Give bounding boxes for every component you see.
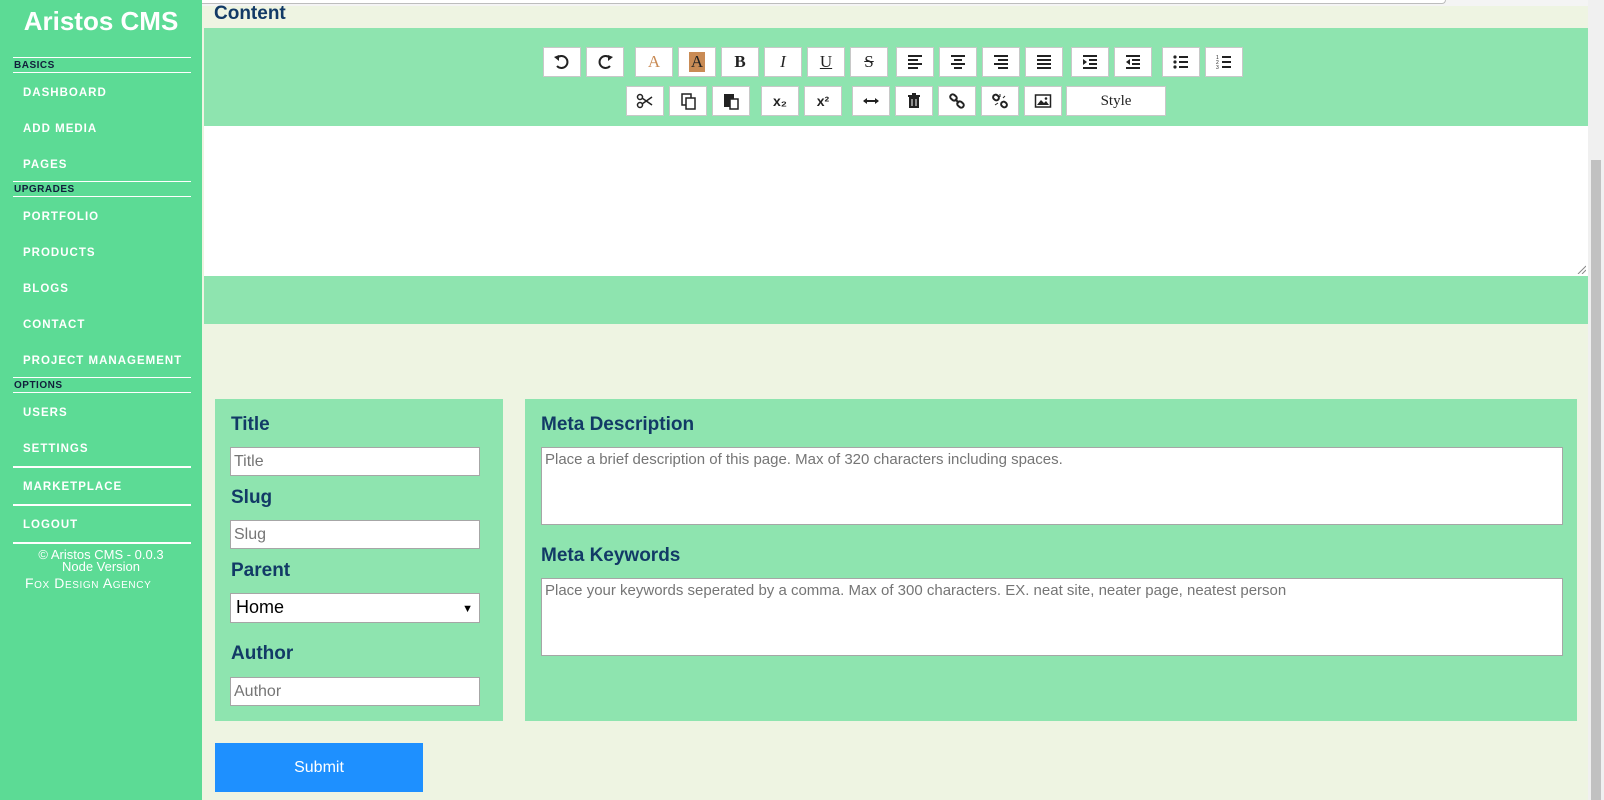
bold-icon[interactable]: B [721, 47, 759, 77]
highlight-color-glyph: A [688, 52, 706, 72]
title-input[interactable] [230, 447, 480, 476]
svg-text:3: 3 [1216, 65, 1219, 71]
resize-grip-icon[interactable] [1576, 264, 1586, 274]
indent-icon[interactable] [1071, 47, 1109, 77]
sidebar-item-users[interactable]: USERS [23, 407, 68, 419]
underline-icon[interactable]: U [807, 47, 845, 77]
highlight-color-icon[interactable]: A [678, 47, 716, 77]
italic-icon[interactable]: I [764, 47, 802, 77]
editor-toolbar: A A B I U S 123 x₂ x² Style [204, 28, 1588, 126]
strikethrough-icon[interactable]: S [850, 47, 888, 77]
seo-panel: Meta Description Meta Keywords [525, 399, 1577, 721]
page-scrollbar[interactable] [1588, 0, 1604, 800]
sidebar-item-pages[interactable]: PAGES [23, 159, 67, 171]
divider [13, 196, 191, 197]
copy-icon[interactable] [669, 86, 707, 116]
submit-button[interactable]: Submit [215, 743, 423, 792]
parent-label: Parent [231, 560, 291, 581]
style-dropdown-label: Style [1100, 92, 1132, 109]
numbered-list-icon[interactable]: 123 [1205, 47, 1243, 77]
font-color-glyph: A [647, 52, 661, 71]
sidebar-item-contact[interactable]: CONTACT [23, 319, 85, 331]
editor-statusbar [204, 276, 1588, 324]
outdent-icon[interactable] [1114, 47, 1152, 77]
divider [13, 542, 191, 544]
page-details-panel: Title Slug Parent Home ▼ Author [215, 399, 503, 721]
parent-select-value: Home [236, 597, 285, 617]
redo-icon[interactable] [586, 47, 624, 77]
sidebar-item-project-management[interactable]: PROJECT MANAGEMENT [23, 355, 182, 367]
subscript-icon[interactable]: x₂ [761, 86, 799, 116]
agency-credit[interactable]: Fox Design Agency [25, 575, 151, 591]
sidebar-item-portfolio[interactable]: PORTFOLIO [23, 211, 99, 223]
divider [13, 181, 191, 182]
paste-icon[interactable] [712, 86, 750, 116]
sidebar-item-marketplace[interactable]: MARKETPLACE [23, 481, 122, 493]
version-text: Node Version [61, 559, 141, 574]
link-icon[interactable] [938, 86, 976, 116]
parent-select[interactable]: Home ▼ [230, 593, 480, 623]
sidebar: Aristos CMS BASICS DASHBOARD ADD MEDIA P… [0, 0, 202, 800]
author-input[interactable] [230, 677, 480, 706]
unlink-icon[interactable] [981, 86, 1019, 116]
divider [13, 504, 191, 506]
address-bar-edge [96, 0, 1446, 4]
author-label: Author [231, 643, 294, 664]
divider [13, 466, 191, 468]
sidebar-item-dashboard[interactable]: DASHBOARD [23, 87, 107, 99]
slug-input[interactable] [230, 520, 480, 549]
section-options: OPTIONS [14, 380, 63, 391]
sidebar-item-logout[interactable]: LOGOUT [23, 519, 78, 531]
section-basics: BASICS [14, 60, 55, 71]
chevron-down-icon: ▼ [462, 603, 473, 615]
divider [13, 72, 191, 73]
title-label: Title [231, 414, 270, 435]
superscript-glyph: x² [816, 93, 830, 109]
content-editor[interactable] [204, 126, 1588, 276]
horizontal-rule-icon[interactable] [852, 86, 890, 116]
align-justify-icon[interactable] [1025, 47, 1063, 77]
content-section-title: Content [214, 3, 286, 24]
meta-description-label: Meta Description [541, 414, 695, 435]
subscript-glyph: x₂ [772, 93, 787, 109]
section-upgrades: UPGRADES [14, 184, 75, 195]
slug-label: Slug [231, 487, 273, 508]
image-icon[interactable] [1024, 86, 1062, 116]
divider [13, 57, 191, 58]
align-left-icon[interactable] [896, 47, 934, 77]
align-right-icon[interactable] [982, 47, 1020, 77]
divider [13, 377, 191, 378]
superscript-icon[interactable]: x² [804, 86, 842, 116]
scrollbar-thumb[interactable] [1591, 160, 1601, 800]
divider [13, 392, 191, 393]
underline-glyph: U [819, 52, 833, 71]
strikethrough-glyph: S [864, 52, 874, 71]
sidebar-item-settings[interactable]: SETTINGS [23, 443, 89, 455]
italic-glyph: I [780, 52, 786, 71]
sidebar-item-products[interactable]: PRODUCTS [23, 247, 96, 259]
meta-keywords-label: Meta Keywords [541, 545, 681, 566]
bold-glyph: B [734, 52, 746, 71]
app-title: Aristos CMS [23, 6, 179, 36]
meta-description-textarea[interactable] [541, 447, 1563, 525]
align-center-icon[interactable] [939, 47, 977, 77]
font-color-icon[interactable]: A [635, 47, 673, 77]
trash-icon[interactable] [895, 86, 933, 116]
sidebar-item-add-media[interactable]: ADD MEDIA [23, 123, 97, 135]
undo-icon[interactable] [543, 47, 581, 77]
sidebar-item-blogs[interactable]: BLOGS [23, 283, 69, 295]
meta-keywords-textarea[interactable] [541, 578, 1563, 656]
style-dropdown[interactable]: Style [1066, 86, 1166, 116]
bullet-list-icon[interactable] [1162, 47, 1200, 77]
cut-icon[interactable] [626, 86, 664, 116]
